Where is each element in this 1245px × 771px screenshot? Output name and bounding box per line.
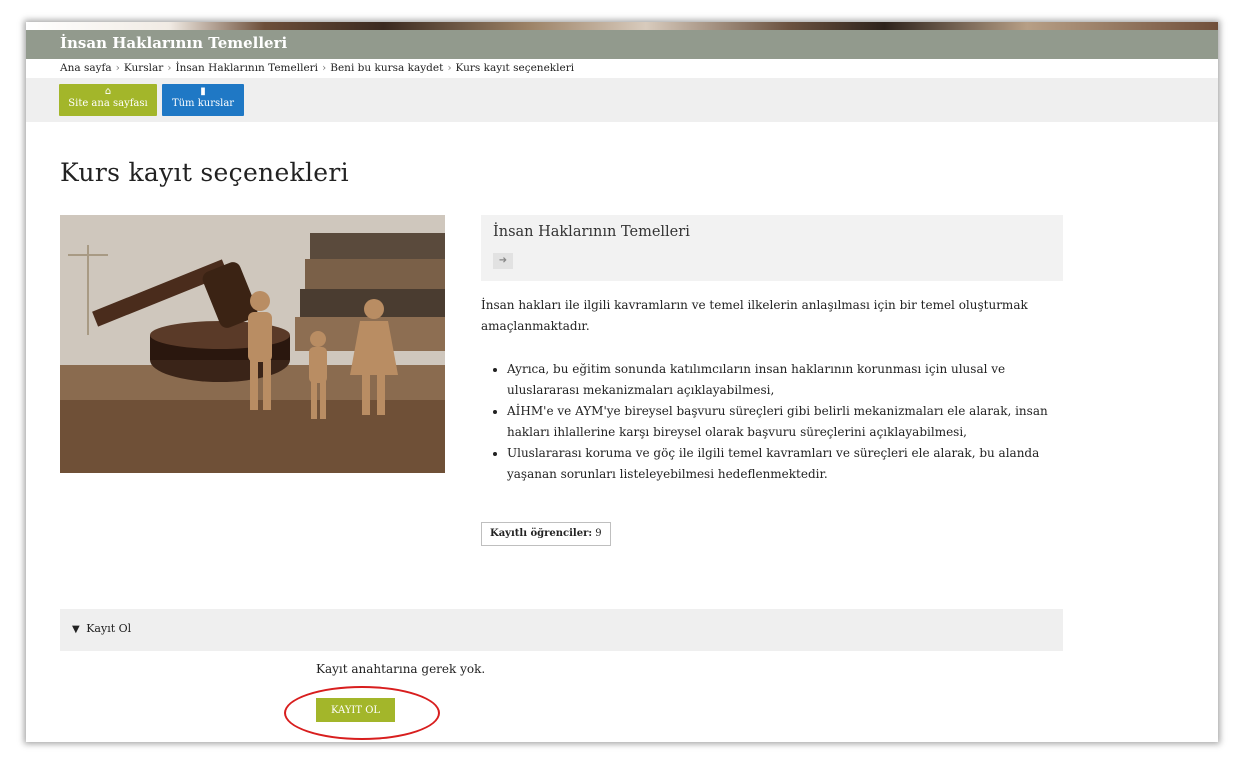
breadcrumb-separator: ›	[322, 62, 327, 74]
breadcrumb-item-course[interactable]: İnsan Haklarının Temelleri	[176, 62, 319, 74]
breadcrumb-item-enrol-me[interactable]: Beni bu kursa kaydet	[330, 62, 443, 74]
enrolled-label: Kayıtlı öğrenciler:	[490, 528, 593, 539]
goals-list: Ayrıca, bu eğitim sonunda katılımcıların…	[481, 359, 1071, 485]
breadcrumb-separator: ›	[115, 62, 120, 74]
breadcrumb-separator: ›	[167, 62, 172, 74]
page-title: Kurs kayıt seçenekleri	[60, 158, 349, 187]
summary-intro: İnsan hakları ile ilgili kavramların ve …	[481, 298, 1028, 333]
course-header-title[interactable]: İnsan Haklarının Temelleri	[60, 34, 287, 52]
sign-in-icon: ➜	[493, 253, 513, 269]
enrolled-students-badge: Kayıtlı öğrenciler: 9	[481, 522, 611, 546]
breadcrumb-item-current: Kurs kayıt seçenekleri	[455, 62, 575, 74]
breadcrumb-separator: ›	[447, 62, 452, 74]
course-header: İnsan Haklarının Temelleri	[26, 30, 1218, 59]
breadcrumb-item-home[interactable]: Ana sayfa	[60, 62, 112, 74]
course-image-illustration	[60, 215, 445, 473]
breadcrumb-item-courses[interactable]: Kurslar	[124, 62, 163, 74]
list-item: Ayrıca, bu eğitim sonunda katılımcıların…	[507, 359, 1071, 401]
page-frame: İnsan Haklarının Temelleri Ana sayfa › Kur…	[26, 22, 1218, 742]
enrol-section-header[interactable]: ▼ Kayıt Ol	[60, 609, 1063, 651]
site-home-label: Site ana sayfası	[68, 98, 148, 109]
breadcrumb: Ana sayfa › Kurslar › İnsan Haklarının Temel…	[26, 59, 1218, 78]
chevron-down-icon: ▼	[72, 624, 80, 635]
course-summary: İnsan hakları ile ilgili kavramların ve …	[481, 295, 1071, 485]
list-item: AİHM'e ve AYM'ye bireysel başvuru süreçl…	[507, 401, 1071, 443]
course-info-box: İnsan Haklarının Temelleri ➜	[481, 215, 1063, 281]
no-enrolment-key-text: Kayıt anahtarına gerek yok.	[316, 662, 486, 676]
course-name-link[interactable]: İnsan Haklarının Temelleri	[493, 224, 690, 240]
home-icon: ⌂	[104, 86, 112, 97]
all-courses-button[interactable]: ▮ Tüm kurslar	[162, 84, 244, 116]
nav-bar: ⌂ Site ana sayfası ▮ Tüm kurslar	[26, 78, 1218, 122]
all-courses-label: Tüm kurslar	[171, 98, 235, 109]
course-image	[60, 215, 445, 473]
site-home-button[interactable]: ⌂ Site ana sayfası	[59, 84, 157, 116]
enrolled-count: 9	[595, 528, 602, 539]
book-icon: ▮	[200, 86, 206, 97]
header-banner-image	[26, 22, 1218, 30]
enrol-me-button[interactable]: KAYIT OL	[316, 698, 395, 722]
list-item: Uluslararası koruma ve göç ile ilgili te…	[507, 443, 1071, 485]
enrol-section-title: Kayıt Ol	[86, 622, 132, 635]
